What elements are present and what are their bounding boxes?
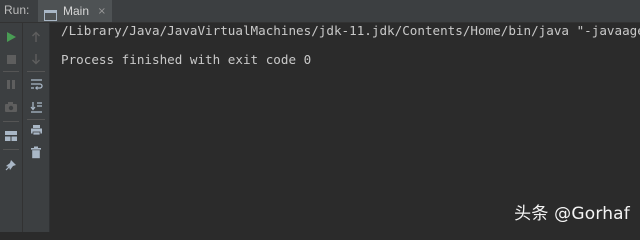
tab-label: Main: [63, 4, 90, 18]
pause-icon[interactable]: [2, 75, 20, 93]
layout-icon[interactable]: [2, 127, 20, 145]
soft-wrap-icon[interactable]: [27, 75, 45, 93]
console-line-command: /Library/Java/JavaVirtualMachines/jdk-11…: [61, 23, 640, 38]
camera-icon[interactable]: [2, 98, 20, 116]
run-toolbar: [0, 23, 23, 232]
tab-close-icon[interactable]: ×: [98, 6, 106, 17]
rerun-icon[interactable]: [2, 28, 20, 46]
console-line-exit: Process finished with exit code 0: [61, 52, 312, 67]
scroll-to-end-icon[interactable]: [27, 98, 45, 116]
arrow-down-icon[interactable]: [27, 50, 45, 68]
pin-icon[interactable]: [2, 156, 20, 174]
arrow-up-icon[interactable]: [27, 28, 45, 46]
stop-icon[interactable]: [2, 50, 20, 68]
print-icon[interactable]: [27, 121, 45, 139]
console-toolbar: [23, 23, 50, 232]
run-panel-header: Run: Main ×: [0, 0, 640, 23]
console-icon: [44, 6, 57, 21]
watermark: 头条 @Gorhaf: [514, 204, 630, 224]
trash-icon[interactable]: [27, 143, 45, 161]
run-label: Run:: [4, 3, 30, 17]
tab-main[interactable]: Main ×: [38, 0, 112, 22]
